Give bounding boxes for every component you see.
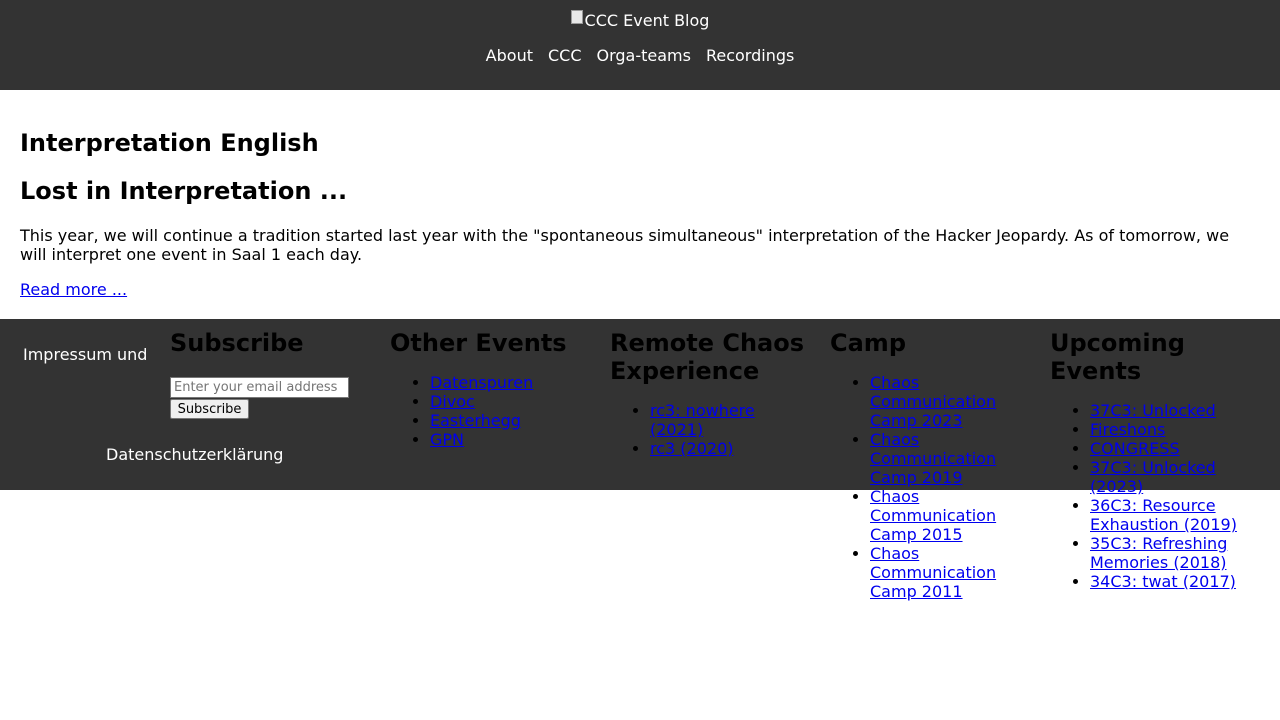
post-excerpt: This year, we will continue a tradition … [20, 226, 1230, 264]
camp-link[interactable]: Chaos Communication Camp 2015 [870, 487, 996, 544]
other-event-link[interactable]: Datenspuren [430, 373, 533, 392]
list-item: Datenspuren [430, 373, 590, 392]
camp-link[interactable]: Chaos Communication Camp 2011 [870, 544, 996, 601]
list-item: 34C3: twat (2017) [1090, 572, 1250, 591]
list-item: rc3 (2020) [650, 439, 810, 458]
subscribe-section: Subscribe Subscribe [170, 329, 360, 429]
email-input[interactable] [170, 377, 349, 398]
upcoming-event-link[interactable]: 37C3: Unlocked [1090, 401, 1216, 420]
upcoming-events-section: Upcoming Events 37C3: Unlocked Fireshons… [1050, 329, 1250, 591]
list-item: Fireshons [1090, 420, 1250, 439]
list-item: 36C3: Resource Exhaustion (2019) [1090, 496, 1250, 534]
subscribe-button[interactable]: Subscribe [170, 399, 249, 419]
nav-item-orga-teams[interactable]: Orga-teams [597, 46, 691, 65]
upcoming-event-link[interactable]: 36C3: Resource Exhaustion (2019) [1090, 496, 1237, 534]
remote-chaos-list: rc3: nowhere (2021) rc3 (2020) [610, 401, 810, 458]
list-item: Chaos Communication Camp 2015 [870, 487, 1010, 544]
post-title: Lost in Interpretation ... [20, 177, 348, 205]
main-nav: About CCC Orga-teams Recordings [0, 44, 1280, 66]
other-events-heading: Other Events [390, 329, 567, 357]
other-event-link[interactable]: GPN [430, 430, 464, 449]
list-item: Chaos Communication Camp 2023 [870, 373, 1010, 430]
site-logo-alt-text: CCC Event Blog [584, 10, 710, 30]
site-logo-link[interactable]: CCC Event Blog [0, 10, 1280, 30]
remote-chaos-heading: Remote Chaos Experience [610, 329, 805, 385]
list-item: Chaos Communication Camp 2011 [870, 544, 1010, 601]
upcoming-event-link[interactable]: 37C3: Unlocked (2023) [1090, 458, 1216, 496]
other-event-link[interactable]: Divoc [430, 392, 475, 411]
upcoming-event-link[interactable]: 35C3: Refreshing Memories (2018) [1090, 534, 1227, 572]
other-events-list: Datenspuren Divoc Easterhegg GPN [390, 373, 590, 449]
list-item: GPN [430, 430, 590, 449]
imprint-link[interactable]: Impressum und [23, 345, 147, 364]
section-title: Interpretation English [20, 129, 319, 157]
upcoming-events-list: 37C3: Unlocked Fireshons CONGRESS 37C3: … [1050, 401, 1250, 591]
list-item: rc3: nowhere (2021) [650, 401, 810, 439]
list-item: Easterhegg [430, 411, 590, 430]
list-item: Chaos Communication Camp 2019 [870, 430, 1010, 487]
camp-list: Chaos Communication Camp 2023 Chaos Comm… [830, 373, 1010, 601]
other-events-section: Other Events Datenspuren Divoc Easterheg… [390, 329, 590, 449]
broken-image-icon [570, 10, 583, 24]
upcoming-event-link[interactable]: 34C3: twat (2017) [1090, 572, 1236, 591]
upcoming-event-link[interactable]: CONGRESS [1090, 439, 1180, 458]
camp-heading: Camp [830, 329, 906, 357]
camp-section: Camp Chaos Communication Camp 2023 Chaos… [830, 329, 1010, 601]
upcoming-event-link[interactable]: Fireshons [1090, 420, 1165, 439]
list-item: CONGRESS [1090, 439, 1250, 458]
list-item: 37C3: Unlocked [1090, 401, 1250, 420]
upcoming-events-heading: Upcoming Events [1050, 329, 1185, 385]
subscribe-heading: Subscribe [170, 329, 304, 357]
read-more-link[interactable]: Read more ... [20, 280, 127, 299]
remote-event-link[interactable]: rc3 (2020) [650, 439, 734, 458]
list-item: Divoc [430, 392, 590, 411]
other-event-link[interactable]: Easterhegg [430, 411, 521, 430]
remote-chaos-section: Remote Chaos Experience rc3: nowhere (20… [610, 329, 810, 458]
list-item: 37C3: Unlocked (2023) [1090, 458, 1250, 496]
list-item: 35C3: Refreshing Memories (2018) [1090, 534, 1250, 572]
nav-item-recordings[interactable]: Recordings [706, 46, 794, 65]
nav-item-about[interactable]: About [486, 46, 533, 65]
nav-item-ccc[interactable]: CCC [548, 46, 582, 65]
camp-link[interactable]: Chaos Communication Camp 2019 [870, 430, 996, 487]
remote-event-link[interactable]: rc3: nowhere (2021) [650, 401, 755, 439]
camp-link[interactable]: Chaos Communication Camp 2023 [870, 373, 996, 430]
privacy-link[interactable]: Datenschutzerklärung [106, 445, 283, 464]
site-header: CCC Event Blog About CCC Orga-teams Reco… [0, 0, 1280, 90]
